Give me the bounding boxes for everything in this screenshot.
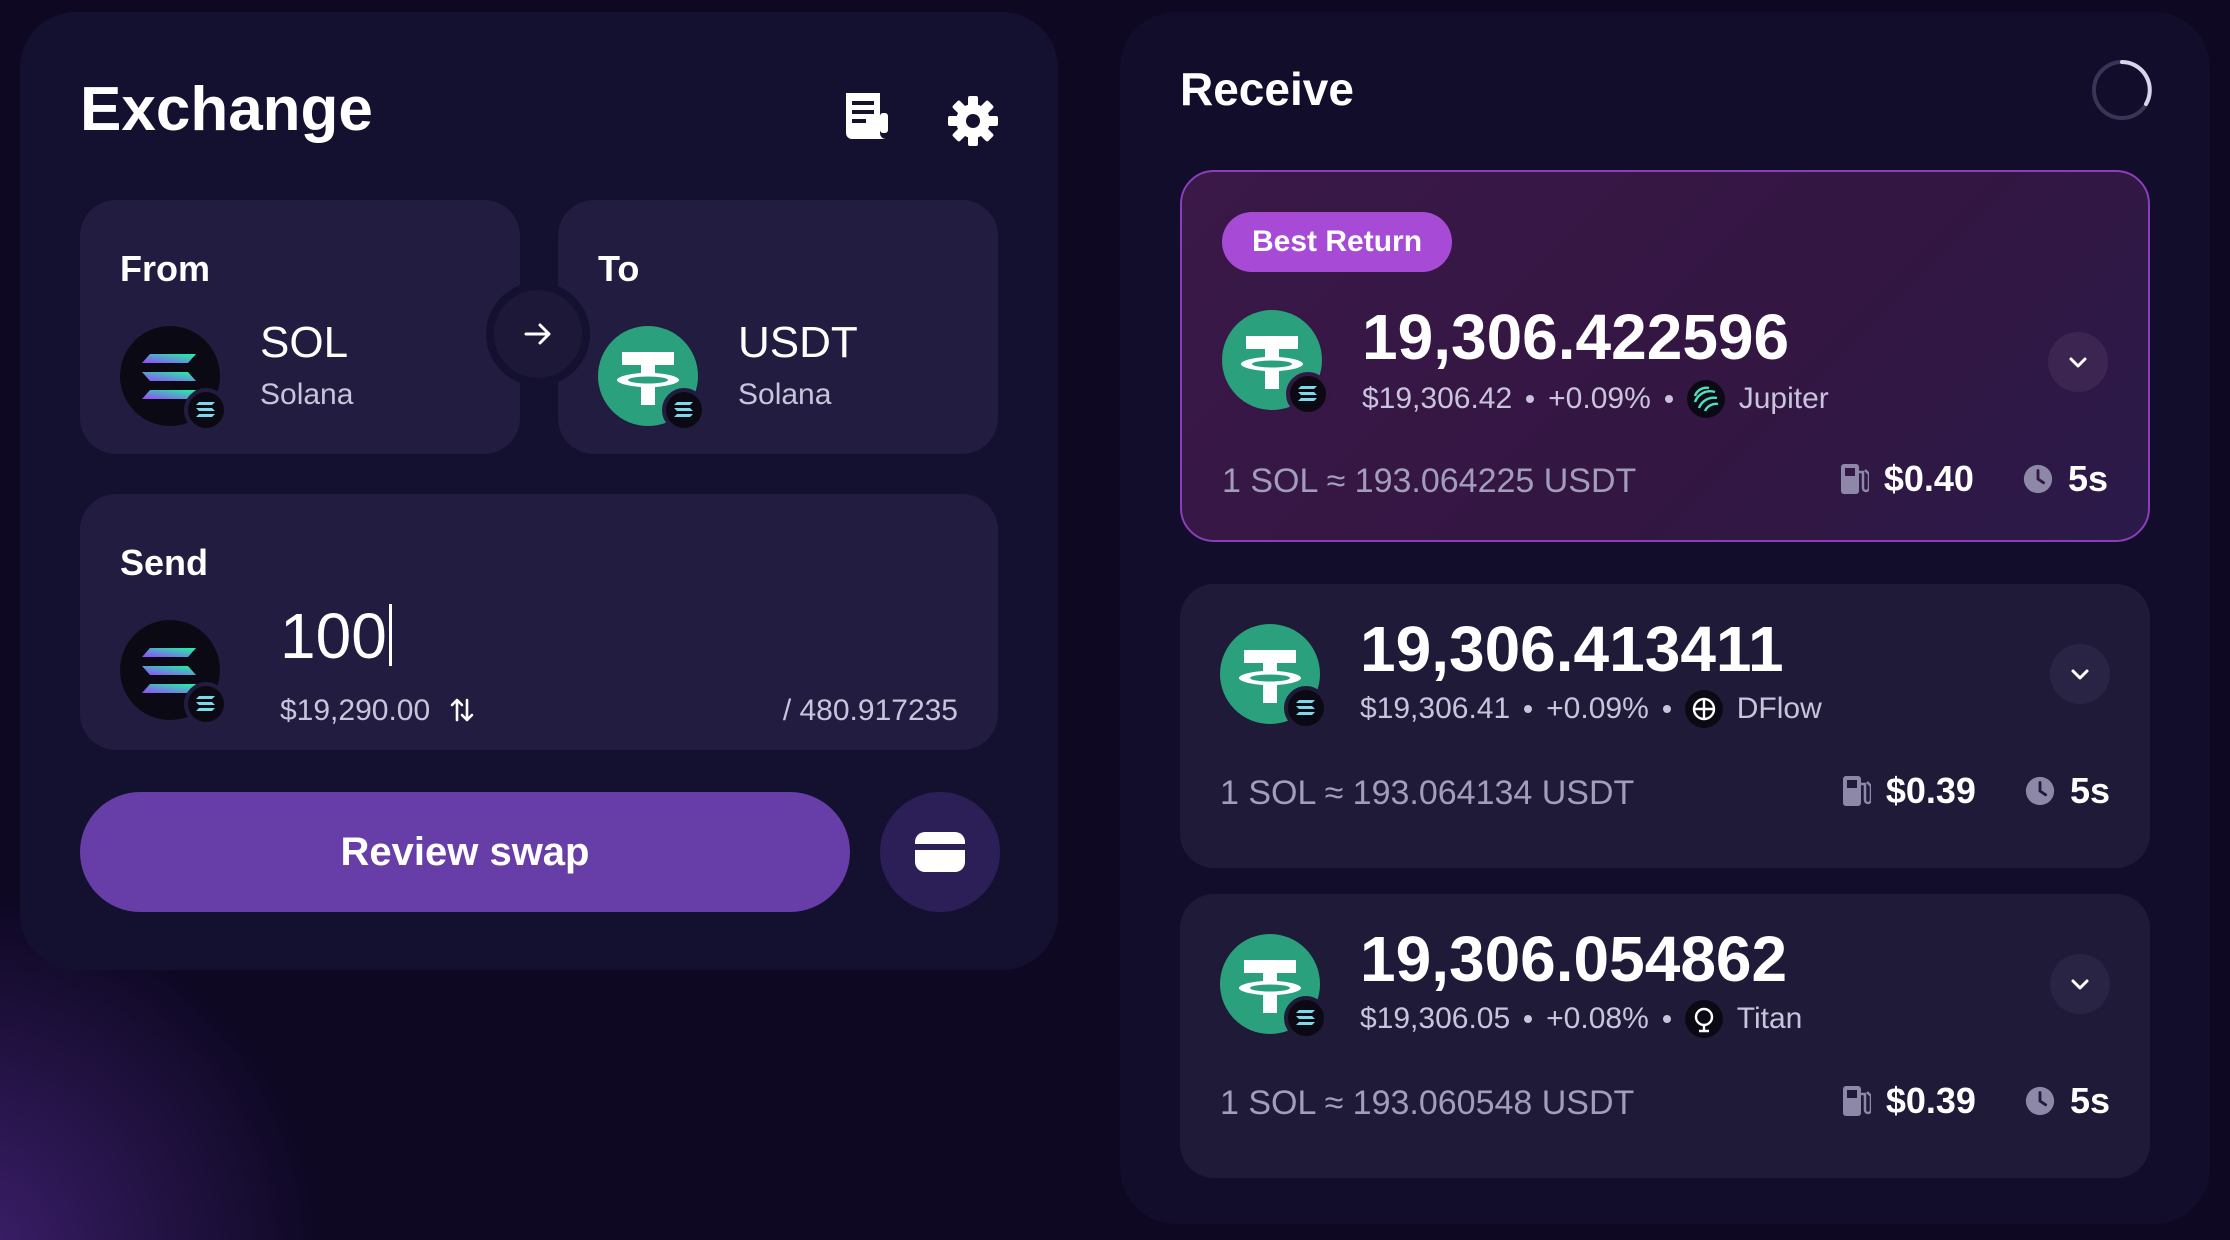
quote-fees: $0.39 5s [1840, 770, 2110, 812]
clock-icon [2024, 1084, 2056, 1118]
quote-usd: $19,306.42 [1362, 382, 1513, 415]
usdt-token-icon [1222, 310, 1330, 416]
receipt-icon [846, 93, 888, 139]
send-usd-value: $19,290.00 [280, 694, 475, 728]
review-swap-button[interactable]: Review swap [80, 792, 850, 912]
expand-quote-button[interactable] [2050, 954, 2110, 1014]
solana-chain-icon [1284, 686, 1328, 730]
quote-details: $19,306.41 +0.09% DFlow [1360, 690, 1822, 728]
send-usd-text: $19,290.00 [280, 694, 431, 727]
sol-token-icon [120, 620, 228, 726]
quote-provider: Titan [1736, 1002, 1803, 1035]
wallet-icon [915, 832, 965, 872]
quote-card[interactable]: 19,306.413411 $19,306.41 +0.09% DFlow 1 … [1180, 584, 2150, 868]
dflow-logo-icon [1684, 690, 1723, 728]
clock-icon [2024, 774, 2056, 808]
switch-tokens-button[interactable] [486, 282, 590, 386]
expand-quote-button[interactable] [2048, 332, 2108, 392]
settings-button[interactable] [938, 86, 1008, 156]
jupiter-logo-icon [1686, 380, 1725, 418]
usdt-token-icon [1220, 934, 1328, 1040]
from-token-chain: Solana [260, 378, 354, 411]
chevron-down-icon [2071, 669, 2089, 680]
spinner-icon [2092, 60, 2152, 120]
solana-chain-icon [662, 388, 706, 432]
exchange-panel: Exchange From SOL Solana To USDT Solana … [20, 12, 1058, 970]
quote-provider: DFlow [1736, 692, 1822, 725]
from-token-symbol: SOL [260, 318, 349, 367]
send-label: Send [120, 542, 209, 583]
titan-logo-icon [1684, 1000, 1723, 1038]
chevron-down-icon [2071, 979, 2089, 990]
quote-provider: Jupiter [1738, 382, 1829, 415]
to-label: To [598, 248, 640, 289]
to-token-selector[interactable]: To USDT Solana [558, 200, 998, 454]
quote-fees: $0.39 5s [1840, 1080, 2110, 1122]
solana-chain-icon [184, 388, 228, 432]
gas-pump-icon [1840, 774, 1872, 808]
usdt-token-icon [1220, 624, 1328, 730]
from-label: From [120, 248, 210, 289]
quote-amount: 19,306.054862 [1360, 923, 1788, 995]
quote-amount: 19,306.413411 [1360, 613, 1784, 685]
chevron-down-icon [2069, 357, 2087, 368]
balance-text[interactable]: / 480.917235 [783, 694, 958, 728]
quote-rate: 1 SOL ≈ 193.060548 USDT [1220, 1084, 1635, 1122]
quote-fees: $0.40 5s [1838, 458, 2108, 500]
to-token-chain: Solana [738, 378, 832, 411]
sol-token-icon [120, 326, 228, 432]
to-token-symbol: USDT [738, 318, 858, 367]
swap-vertical-icon[interactable] [449, 696, 475, 724]
quote-time: 5s [2069, 1080, 2110, 1121]
send-amount-card: Send 100 $19,290.00 / 480.917235 [80, 494, 998, 750]
page-title: Exchange [80, 75, 373, 144]
best-return-badge: Best Return [1222, 212, 1453, 272]
usdt-token-icon [598, 326, 706, 432]
quote-change: +0.09% [1546, 692, 1649, 725]
quote-rate: 1 SOL ≈ 193.064134 USDT [1220, 774, 1635, 812]
solana-chain-icon [1286, 372, 1330, 416]
gas-pump-icon [1840, 1084, 1872, 1118]
quote-time: 5s [2067, 458, 2108, 499]
quote-card-best[interactable]: Best Return 19,306.422596 $19,306.42 +0.… [1180, 170, 2150, 542]
expand-quote-button[interactable] [2050, 644, 2110, 704]
quote-usd: $19,306.05 [1360, 1002, 1511, 1035]
history-button[interactable] [830, 82, 900, 152]
quote-change: +0.08% [1546, 1002, 1649, 1035]
quote-rate: 1 SOL ≈ 193.064225 USDT [1222, 462, 1637, 500]
quote-fee: $0.39 [1885, 1080, 1976, 1121]
receive-panel: Receive Best Return 19,306.422596 $19,30… [1120, 12, 2210, 1224]
gear-icon [948, 96, 998, 146]
quote-change: +0.09% [1548, 382, 1651, 415]
clock-icon [2022, 462, 2054, 496]
quote-card[interactable]: 19,306.054862 $19,306.05 +0.08% Titan 1 … [1180, 894, 2150, 1178]
solana-chain-icon [184, 682, 228, 726]
from-token-selector[interactable]: From SOL Solana [80, 200, 520, 454]
receive-title: Receive [1180, 63, 1354, 115]
quote-details: $19,306.05 +0.08% Titan [1360, 1000, 1802, 1038]
send-amount-input[interactable]: 100 [280, 599, 392, 673]
wallet-button[interactable] [880, 792, 1000, 912]
gas-pump-icon [1838, 462, 1870, 496]
arrow-right-icon [524, 323, 551, 345]
quote-details: $19,306.42 +0.09% Jupiter [1362, 380, 1829, 418]
quote-amount: 19,306.422596 [1362, 301, 1790, 373]
quote-usd: $19,306.41 [1360, 692, 1511, 725]
quote-fee: $0.39 [1885, 770, 1976, 811]
quote-time: 5s [2069, 770, 2110, 811]
quote-fee: $0.40 [1883, 458, 1974, 499]
solana-chain-icon [1284, 996, 1328, 1040]
